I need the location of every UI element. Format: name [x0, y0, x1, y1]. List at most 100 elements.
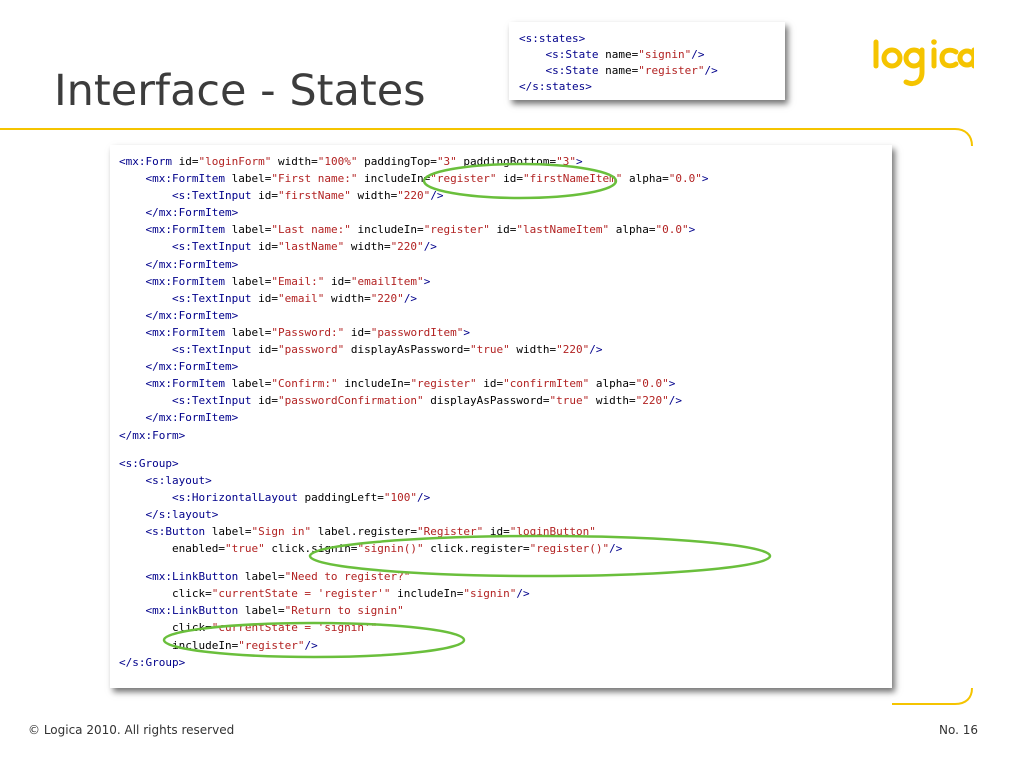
code-token: "register"	[238, 638, 305, 652]
code-line: <mx:FormItem label="First name:" include…	[119, 170, 709, 187]
code-token: "220"	[370, 291, 404, 305]
code-token: <s:Button	[145, 524, 206, 538]
code-token: "3"	[556, 155, 577, 168]
code-token: id=	[496, 172, 524, 186]
code-token: name=	[598, 64, 639, 77]
code-line: <mx:Form id="loginForm" width="100%" pad…	[119, 153, 708, 170]
code-line: <s:states>	[519, 31, 718, 47]
code-token: id=	[489, 223, 517, 237]
code-token: <s:TextInput	[171, 291, 252, 305]
code-token: "email"	[277, 291, 325, 305]
code-token: alpha=	[622, 172, 669, 186]
code-token: paddingTop=	[357, 155, 437, 168]
code-token: >	[576, 155, 583, 168]
code-token: </mx:FormItem>	[145, 257, 239, 271]
footer-copyright: © Logica 2010. All rights reserved	[28, 723, 235, 737]
code-line: <s:Button label="Sign in" label.register…	[119, 523, 708, 540]
code-token: >	[688, 223, 696, 237]
code-line: </mx:FormItem>	[119, 358, 708, 375]
code-token: includeIn=	[119, 638, 239, 652]
code-line: </s:Group>	[119, 654, 708, 671]
code-token: "register"	[423, 223, 490, 237]
code-token: <s:states>	[519, 32, 586, 45]
code-token: />	[423, 240, 437, 254]
code-token: id=	[171, 155, 199, 168]
code-token: "passwordItem"	[370, 325, 464, 339]
footer-rule	[892, 687, 973, 705]
code-token: id=	[476, 377, 504, 391]
code-token: "signin"	[638, 48, 692, 61]
code-token: "0.0"	[668, 172, 702, 186]
code-token: label=	[224, 377, 272, 391]
code-token: alpha=	[589, 377, 636, 391]
code-token: "passwordConfirmation"	[277, 394, 424, 408]
code-token: "signin()"	[357, 542, 424, 556]
code-token: "loginForm"	[198, 155, 272, 168]
code-token: >	[668, 377, 676, 391]
code-token: <s:State	[545, 64, 599, 77]
code-token: includeIn=	[350, 223, 424, 237]
code-token: "100"	[383, 490, 418, 504]
code-token: />	[403, 291, 418, 305]
code-token: "true"	[549, 394, 590, 408]
code-token: <s:TextInput	[171, 240, 252, 254]
code-token: label=	[224, 223, 272, 237]
code-token: "register"	[638, 64, 705, 77]
code-token: >	[701, 172, 709, 186]
code-line: click="currentState = 'register'" includ…	[119, 585, 708, 602]
code-line: <s:Group>	[119, 455, 708, 472]
code-token: id=	[251, 394, 278, 408]
slide-title: Interface - States	[54, 66, 426, 116]
code-line: </s:states>	[519, 79, 718, 95]
code-token: "220"	[635, 394, 669, 408]
code-token: "Confirm:"	[271, 377, 338, 391]
code-token: displayAsPassword=	[344, 343, 471, 357]
code-token: <mx:LinkButton	[145, 570, 239, 584]
code-token: />	[417, 490, 431, 504]
code-token: includeIn=	[390, 587, 464, 601]
code-line: <mx:FormItem label="Last name:" includeI…	[119, 221, 708, 238]
code-token: </s:Group>	[119, 655, 186, 669]
code-token: />	[668, 394, 682, 408]
code-token: "220"	[390, 240, 424, 254]
code-token: paddingLeft=	[297, 490, 384, 504]
code-token: id=	[483, 524, 510, 538]
code-token: <s:TextInput	[171, 394, 252, 408]
code-token: "currentState = 'signin'"	[211, 621, 378, 635]
code-token: <mx:FormItem	[145, 325, 225, 339]
main-code-box: <mx:Form id="loginForm" width="100%" pad…	[110, 145, 892, 688]
code-line: <mx:LinkButton label="Return to signin"	[119, 602, 708, 619]
code-token: id=	[344, 325, 371, 339]
code-token: "Password:"	[271, 325, 345, 339]
code-token: "100%"	[317, 155, 358, 168]
code-line: click="currentState = 'signin'"	[119, 619, 708, 636]
code-token: "220"	[556, 343, 590, 357]
states-code-box: <s:states> <s:State name="signin"/> <s:S…	[509, 22, 785, 100]
code-line: </s:layout>	[119, 506, 708, 523]
code-token: id=	[251, 291, 278, 305]
code-line: <mx:LinkButton label="Need to register?"	[119, 568, 708, 585]
code-token: width=	[271, 155, 318, 168]
code-token: includeIn=	[337, 377, 411, 391]
code-token: width=	[589, 394, 636, 408]
code-token: >	[463, 325, 471, 339]
code-token: "firstName"	[277, 189, 351, 203]
code-line: includeIn="register"/>	[119, 637, 708, 654]
code-token: </s:states>	[519, 80, 592, 93]
code-token: enabled=	[119, 542, 225, 556]
